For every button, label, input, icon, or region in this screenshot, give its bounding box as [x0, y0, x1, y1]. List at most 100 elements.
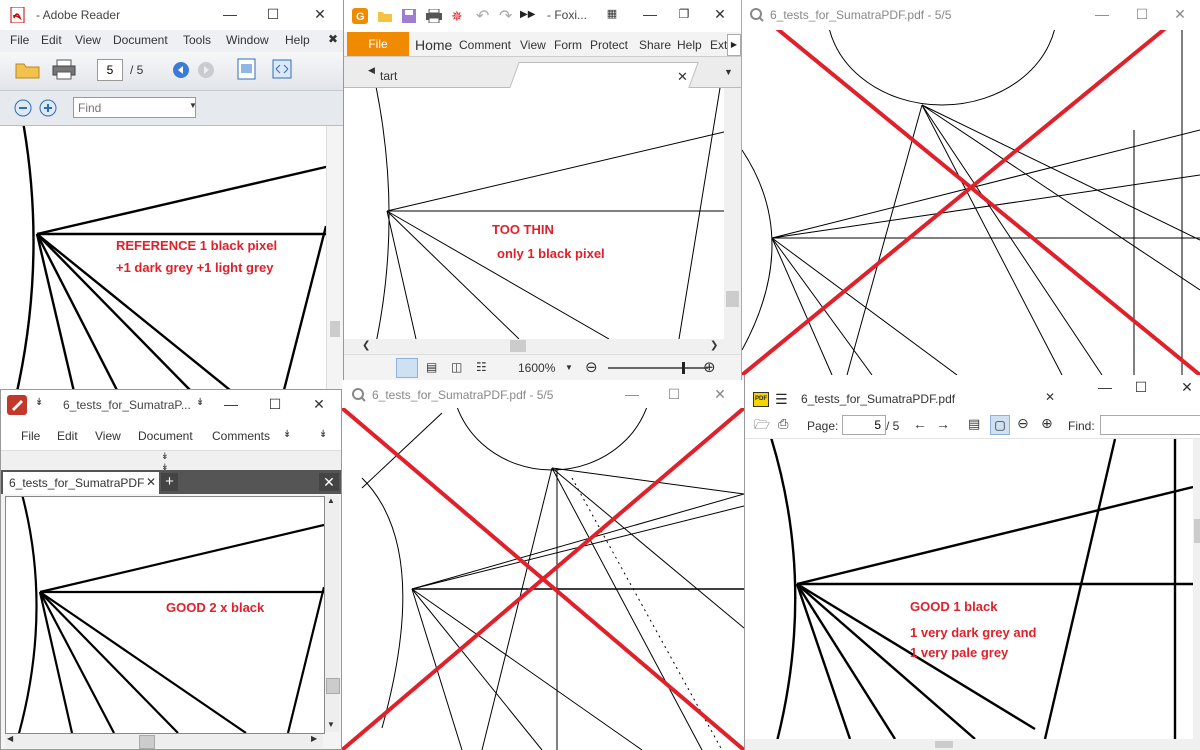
maximize-icon[interactable]: ☐ — [263, 4, 283, 24]
zoom-in-icon[interactable] — [39, 99, 63, 123]
minimize-icon[interactable]: — — [220, 4, 240, 24]
minimize-icon[interactable]: — — [640, 4, 660, 24]
menu-tools[interactable]: Tools — [183, 33, 211, 47]
find-input[interactable] — [73, 97, 196, 118]
scrollbar-thumb[interactable] — [935, 741, 953, 748]
scroll-left-icon[interactable]: ◀ — [7, 734, 13, 743]
fit-page-icon[interactable] — [236, 58, 260, 82]
ribbon-layout-icon[interactable]: ▦ — [602, 4, 622, 24]
fit-page-icon[interactable]: ▢ — [990, 415, 1010, 435]
scroll-right-icon[interactable]: ▶ — [311, 734, 317, 743]
menu-edit[interactable]: Edit — [57, 429, 78, 443]
ribbon-ext[interactable]: Ext — [710, 38, 727, 52]
scroll-down-icon[interactable]: ▼ — [327, 720, 335, 729]
close-all-icon[interactable]: ✕ — [319, 473, 339, 491]
menu-view[interactable]: View — [75, 33, 101, 47]
minimize-icon[interactable]: — — [1092, 4, 1112, 24]
zoom-out-icon[interactable]: ⊖ — [585, 358, 598, 376]
facing-view-icon[interactable]: ◫ — [451, 360, 462, 374]
zoom-in-icon[interactable]: ⊕ — [1041, 415, 1053, 432]
continuous-view-icon[interactable]: ▤ — [426, 360, 437, 374]
zoom-slider-thumb[interactable] — [682, 362, 685, 374]
close-tab-icon[interactable]: ✕ — [1045, 390, 1055, 404]
scrollbar-thumb[interactable] — [726, 291, 739, 307]
sumatra-new-vertical-scrollbar[interactable] — [1193, 439, 1200, 739]
foxit-save-icon[interactable] — [402, 9, 416, 23]
print-icon[interactable] — [52, 58, 76, 82]
fit-width-icon[interactable]: ▤ — [968, 416, 980, 432]
ribbon-form[interactable]: Form — [554, 38, 582, 52]
ribbon-comment[interactable]: Comment — [459, 38, 511, 52]
zoom-in-icon[interactable]: ⊕ — [703, 358, 716, 376]
zoom-out-icon[interactable] — [14, 99, 38, 123]
ribbon-share[interactable]: Share — [639, 38, 671, 52]
foxit-vertical-scrollbar[interactable] — [724, 88, 741, 339]
find-input[interactable] — [1100, 415, 1200, 435]
open-folder-icon[interactable]: 🗁 — [754, 416, 770, 438]
ribbon-protect[interactable]: Protect — [590, 38, 628, 52]
menu-window[interactable]: Window — [226, 33, 269, 47]
ribbon-help[interactable]: Help — [677, 38, 702, 52]
next-page-icon[interactable] — [197, 61, 221, 85]
next-page-icon[interactable]: → — [936, 416, 950, 432]
ribbon-collapse-icon[interactable]: ↡ — [319, 429, 327, 440]
ribbon-view[interactable]: View — [520, 38, 546, 52]
menu-overflow-icon[interactable]: ↡ — [283, 429, 291, 440]
menu-view[interactable]: View — [95, 429, 121, 443]
file-tab[interactable]: File — [347, 32, 409, 56]
open-folder-icon[interactable] — [15, 58, 40, 82]
restore-icon[interactable]: ❐ — [674, 4, 694, 24]
scroll-right-icon[interactable]: ❯ — [710, 340, 718, 351]
fit-width-icon[interactable] — [271, 58, 295, 82]
scroll-left-icon[interactable]: ❮ — [362, 340, 370, 351]
menu-document[interactable]: Document — [138, 429, 193, 443]
undo-icon[interactable]: ↶ — [476, 6, 489, 26]
minimize-icon[interactable]: — — [622, 384, 642, 404]
pdfxchange-horizontal-scrollbar[interactable]: ◀ ▶ — [5, 734, 323, 749]
maximize-icon[interactable]: ☐ — [664, 384, 684, 404]
close-icon[interactable]: ✕ — [309, 394, 329, 414]
minimize-icon[interactable]: — — [221, 394, 241, 414]
tab-scroll-left-icon[interactable]: ◀ — [368, 65, 375, 76]
close-icon[interactable]: ✕ — [710, 4, 730, 24]
redo-icon[interactable]: ↷ — [499, 6, 512, 26]
menu-file[interactable]: File — [10, 33, 29, 47]
scroll-up-icon[interactable]: ▲ — [327, 496, 335, 505]
close-icon[interactable]: ✕ — [710, 384, 730, 404]
find-dropdown-icon[interactable]: ▼ — [189, 101, 197, 110]
zoom-out-icon[interactable]: ⊖ — [1017, 415, 1029, 432]
tab-list-dropdown-icon[interactable]: ▼ — [724, 67, 733, 77]
previous-page-icon[interactable] — [172, 61, 196, 85]
start-tab-label[interactable]: tart — [380, 69, 397, 83]
maximize-icon[interactable]: ☐ — [265, 394, 285, 414]
menu-edit[interactable]: Edit — [41, 33, 62, 47]
menu-comments[interactable]: Comments — [212, 429, 270, 443]
scrollbar-thumb[interactable] — [139, 735, 155, 749]
foxit-open-icon[interactable] — [377, 9, 393, 23]
continuous-facing-icon[interactable]: ☷ — [476, 360, 487, 374]
foxit-new-icon[interactable]: ✵ — [451, 8, 463, 25]
ribbon-home[interactable]: Home — [415, 37, 452, 53]
new-tab-icon[interactable]: + — [161, 473, 178, 491]
foxit-print-icon[interactable] — [426, 9, 442, 23]
maximize-icon[interactable]: ☐ — [1132, 4, 1152, 24]
close-tab-icon[interactable]: ✕ — [677, 69, 688, 85]
ribbon-scroll-right-icon[interactable]: ▶ — [727, 34, 741, 56]
foxit-horizontal-scrollbar[interactable]: ❮ ❯ — [344, 339, 741, 354]
print-icon[interactable]: ⎙ — [778, 416, 788, 432]
scrollbar-thumb[interactable] — [510, 340, 526, 352]
zoom-slider[interactable] — [608, 362, 708, 374]
title-more-icon[interactable]: ↡ — [196, 397, 204, 408]
zoom-dropdown-icon[interactable]: ▼ — [565, 363, 573, 372]
adobe-vertical-scrollbar[interactable] — [326, 126, 343, 390]
page-number-field[interactable] — [97, 59, 123, 81]
hamburger-menu-icon[interactable]: ☰ — [775, 391, 788, 408]
close-document-icon[interactable]: ✖ — [328, 32, 338, 46]
pdfxchange-vertical-scrollbar[interactable]: ▲ ▼ — [325, 496, 340, 732]
document-tab-label[interactable]: 6_tests_for_SumatraPDF.pdf — [801, 392, 955, 406]
document-tab[interactable]: 6_tests_for_SumatraPDF ✕ — [3, 472, 159, 494]
close-icon[interactable]: ✕ — [1170, 4, 1190, 24]
previous-page-icon[interactable]: ← — [913, 416, 927, 432]
scrollbar-thumb[interactable] — [1194, 519, 1200, 543]
menu-file[interactable]: File — [21, 429, 40, 443]
